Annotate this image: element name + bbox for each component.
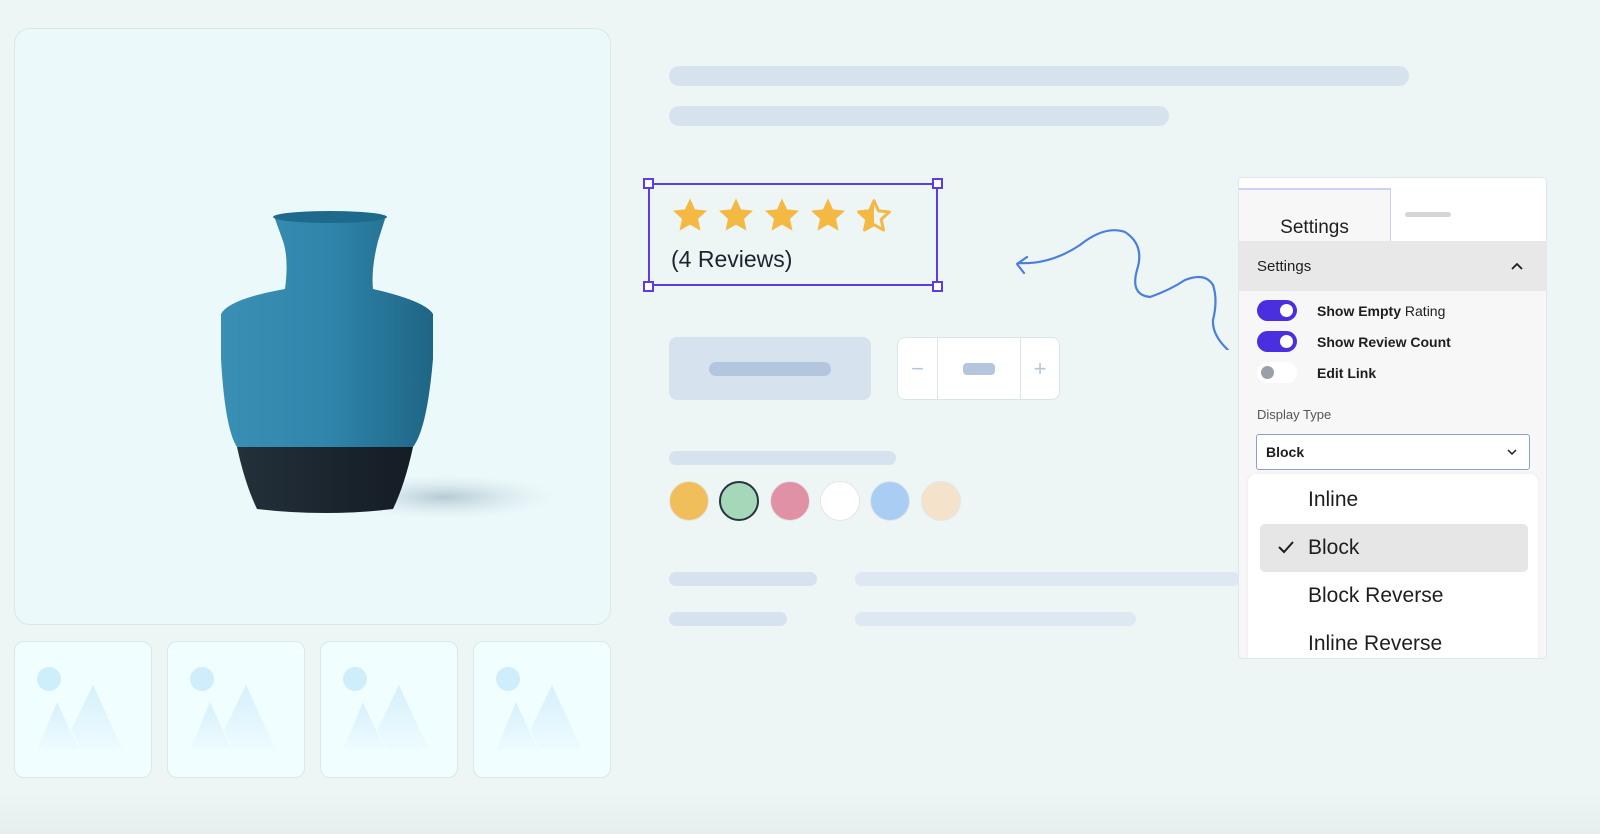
toggle-label: Show Empty Rating bbox=[1317, 302, 1446, 319]
settings-panel: Settings Settings Show Empty Rating Show… bbox=[1238, 177, 1547, 659]
color-swatch-pink[interactable] bbox=[769, 481, 810, 521]
arrow-annotation-icon bbox=[1015, 229, 1230, 350]
resize-handle[interactable] bbox=[643, 178, 654, 189]
toggle-switch[interactable] bbox=[1257, 331, 1297, 352]
settings-section-header[interactable]: Settings bbox=[1239, 241, 1546, 291]
product-main-image bbox=[14, 28, 611, 625]
image-placeholder-icon bbox=[496, 667, 582, 750]
title-skeleton bbox=[669, 66, 1409, 86]
image-placeholder-icon bbox=[190, 667, 276, 750]
quantity-increase-button[interactable]: + bbox=[1021, 338, 1059, 399]
tab-other[interactable] bbox=[1405, 212, 1451, 217]
color-swatch-yellow[interactable] bbox=[669, 481, 709, 521]
toggle-label: Show Review Count bbox=[1317, 333, 1451, 350]
dropdown-option-inline[interactable]: Inline bbox=[1260, 476, 1528, 524]
display-type-select[interactable]: Block bbox=[1256, 434, 1530, 470]
add-to-cart-button[interactable] bbox=[669, 337, 871, 400]
toggle-switch[interactable] bbox=[1257, 362, 1297, 383]
toggle-edit-link[interactable]: Edit Link bbox=[1257, 362, 1376, 383]
star-full-icon bbox=[811, 198, 845, 231]
meta-label-skeleton bbox=[669, 612, 787, 626]
toggle-switch[interactable] bbox=[1257, 300, 1297, 321]
dropdown-option-block[interactable]: Block bbox=[1260, 524, 1528, 572]
star-full-icon bbox=[765, 198, 799, 231]
star-rating bbox=[670, 195, 894, 235]
quantity-stepper: − + bbox=[897, 337, 1060, 400]
image-placeholder-icon bbox=[37, 667, 123, 750]
resize-handle[interactable] bbox=[932, 281, 943, 292]
thumbnail[interactable] bbox=[14, 641, 152, 778]
meta-label-skeleton bbox=[669, 572, 817, 586]
star-full-icon bbox=[673, 198, 707, 231]
select-value: Block bbox=[1266, 444, 1305, 460]
color-swatch-blue[interactable] bbox=[870, 481, 911, 521]
display-type-dropdown: Inline Block Block Reverse Inline Revers… bbox=[1248, 474, 1538, 658]
meta-value-skeleton bbox=[855, 572, 1240, 586]
toggle-show-empty-rating[interactable]: Show Empty Rating bbox=[1257, 300, 1445, 321]
thumbnail[interactable] bbox=[320, 641, 458, 778]
meta-value-skeleton bbox=[855, 612, 1136, 626]
chevron-down-icon bbox=[1507, 449, 1517, 455]
resize-handle[interactable] bbox=[932, 178, 943, 189]
chevron-up-icon[interactable] bbox=[1510, 262, 1524, 271]
star-half-icon bbox=[857, 198, 891, 232]
color-swatch-cream[interactable] bbox=[920, 481, 961, 521]
resize-handle[interactable] bbox=[643, 281, 654, 292]
thumbnail[interactable] bbox=[473, 641, 611, 778]
color-swatch-white[interactable] bbox=[819, 481, 860, 521]
checkmark-icon bbox=[1278, 541, 1294, 554]
toggle-label: Edit Link bbox=[1317, 364, 1377, 381]
color-swatch-green[interactable] bbox=[719, 481, 760, 521]
thumbnail[interactable] bbox=[167, 641, 305, 778]
vase-image bbox=[221, 211, 555, 519]
section-title: Settings bbox=[1257, 257, 1312, 275]
toggle-show-review-count[interactable]: Show Review Count bbox=[1257, 331, 1451, 352]
quantity-input[interactable] bbox=[938, 338, 1021, 399]
dropdown-option-inline-reverse[interactable]: Inline Reverse bbox=[1260, 620, 1528, 658]
review-count-label[interactable]: (4 Reviews) bbox=[671, 246, 792, 273]
variation-label-skeleton bbox=[669, 451, 896, 465]
image-placeholder-icon bbox=[343, 667, 429, 750]
star-full-icon bbox=[719, 198, 753, 231]
dropdown-option-block-reverse[interactable]: Block Reverse bbox=[1260, 572, 1528, 620]
subtitle-skeleton bbox=[669, 106, 1169, 126]
quantity-decrease-button[interactable]: − bbox=[898, 338, 938, 399]
display-type-label: Display Type bbox=[1257, 407, 1332, 422]
